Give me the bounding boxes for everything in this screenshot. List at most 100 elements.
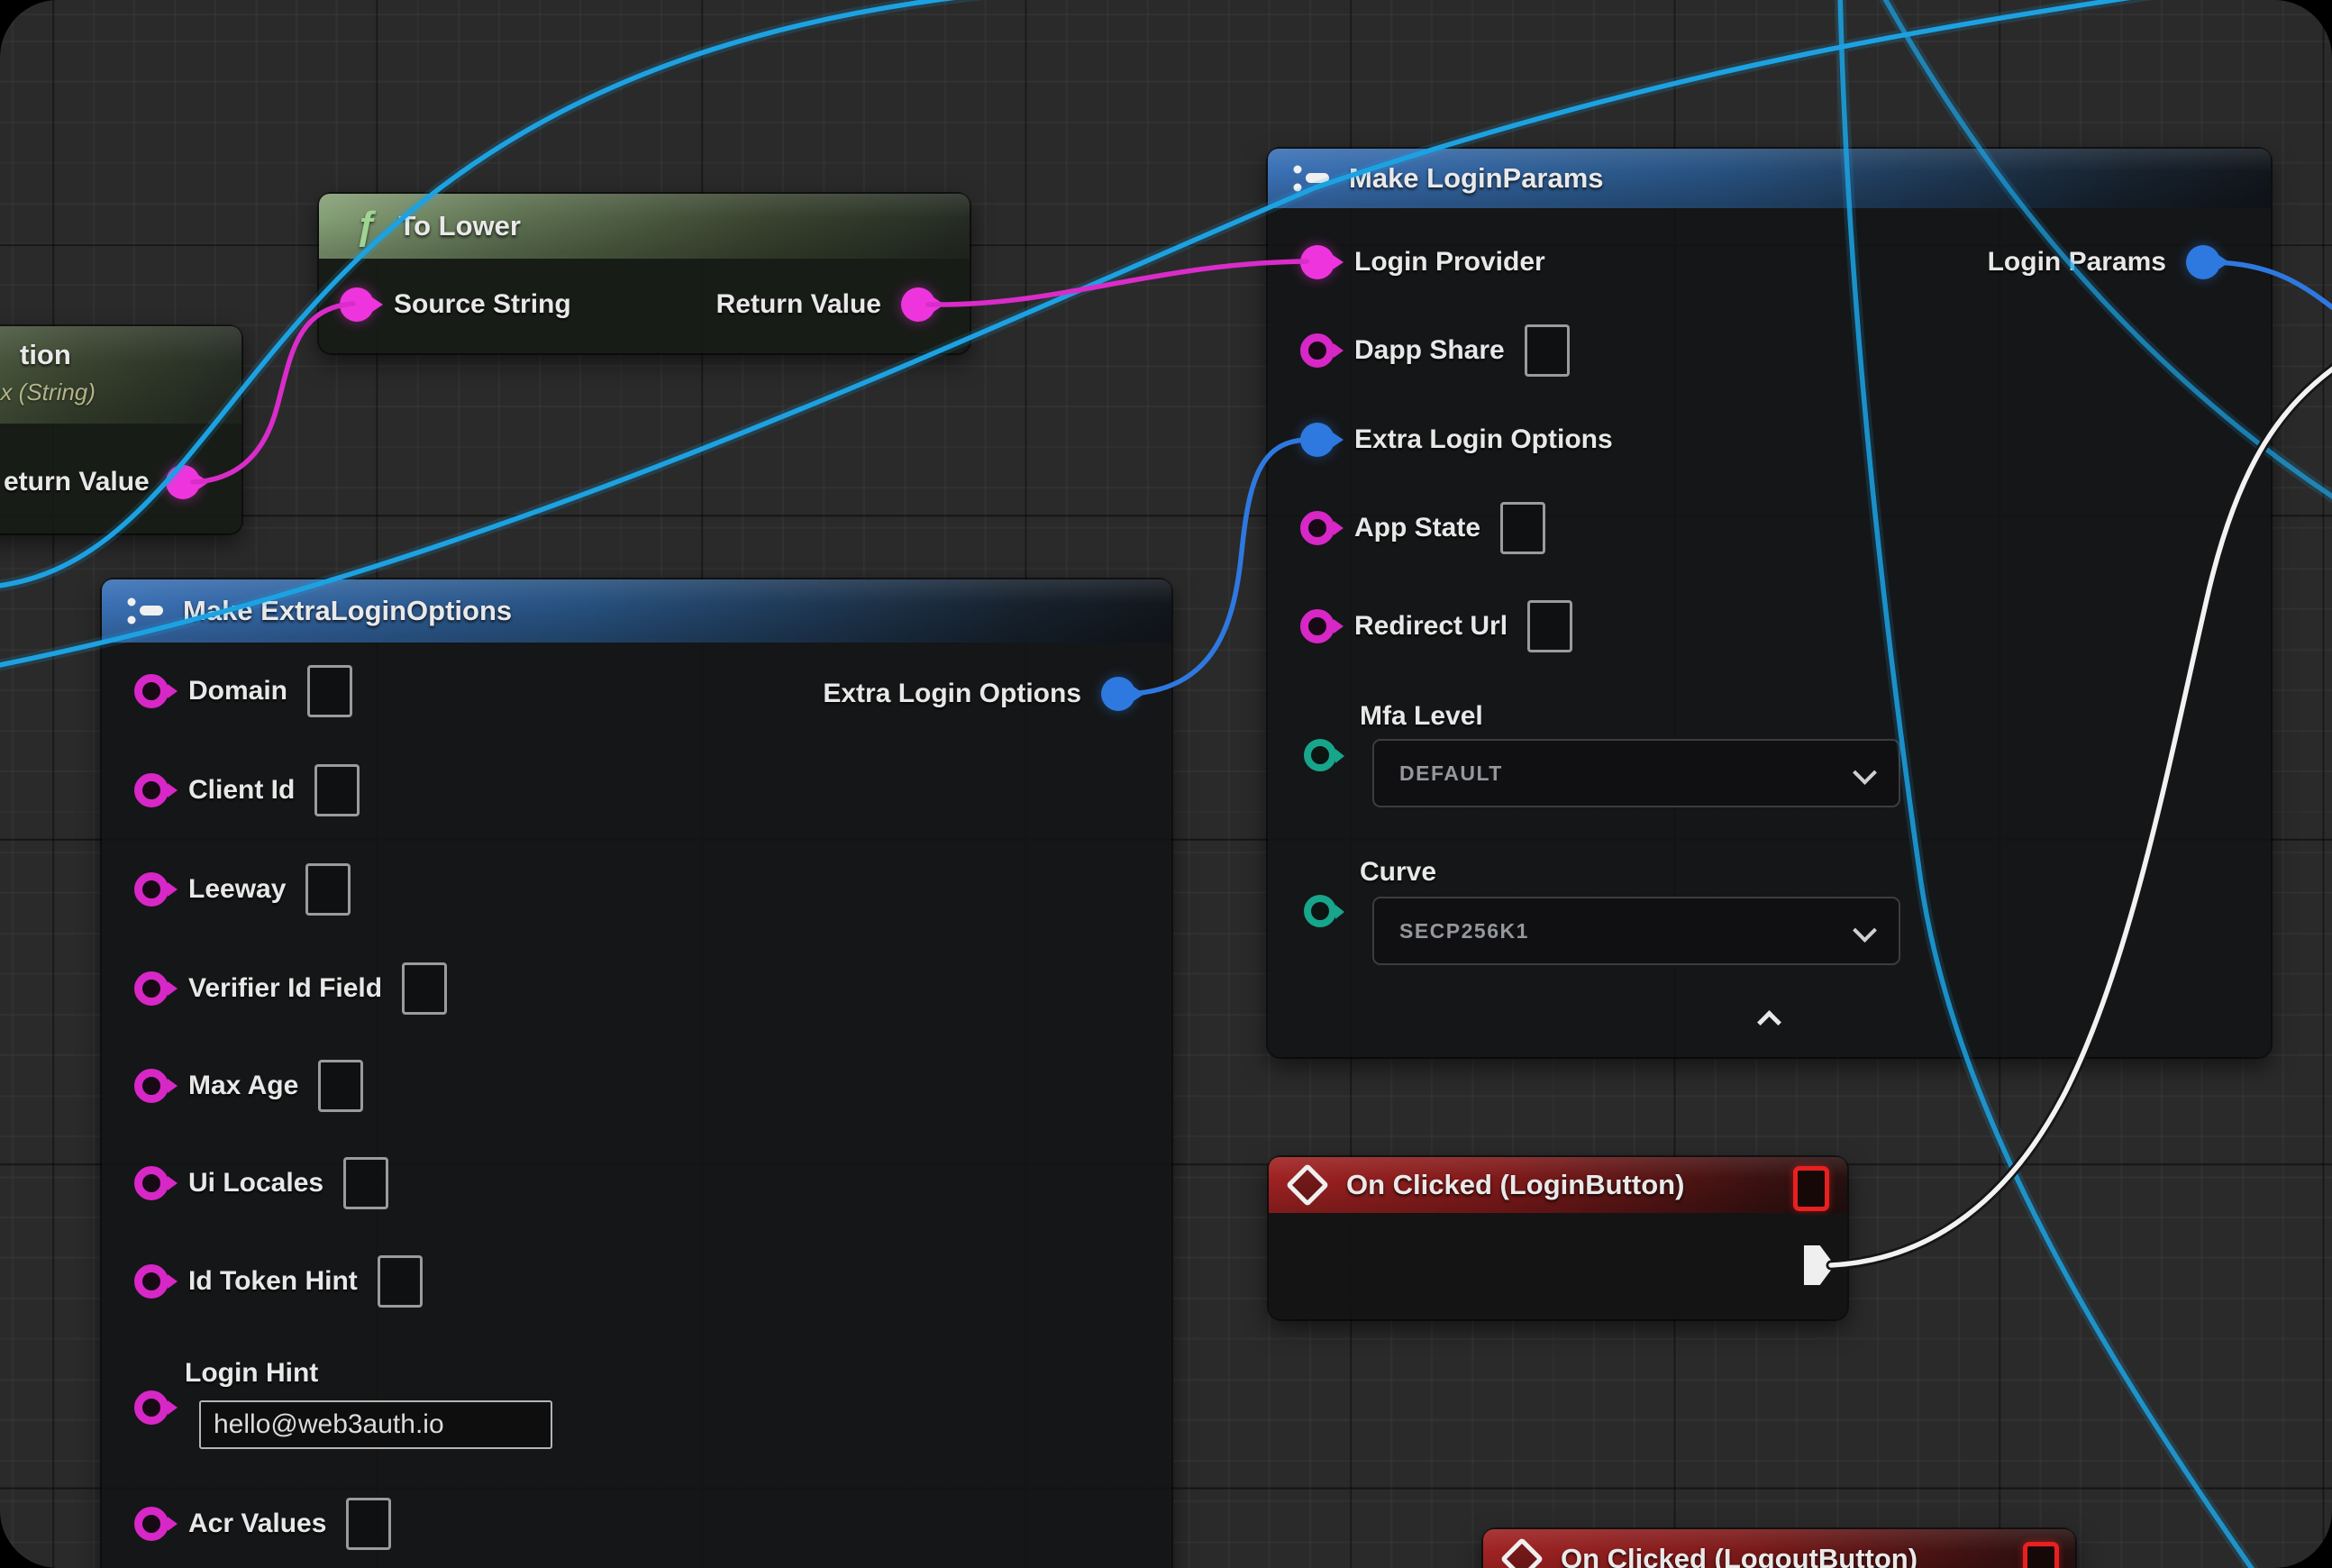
node-make-login-params-title: Make LoginParams [1349,162,1604,195]
pin-label-domain: Domain [188,676,287,707]
pin-row-redirect-url: Redirect Url [1300,600,1572,652]
pin-row-return-value: Return Value [716,278,935,331]
pin-login-hint[interactable] [134,1390,169,1425]
pin-id-token-hint[interactable] [134,1264,169,1299]
pin-label-return-value: Return Value [716,289,881,320]
pin-row-extra-login-options-in: Extra Login Options [1300,414,1613,466]
node-to-lower-header: ƒ To Lower [319,194,970,259]
node-on-clicked-logout-button[interactable]: On Clicked (LogoutButton) [1483,1529,2075,1568]
pin-label-verifier-id-field: Verifier Id Field [188,973,382,1004]
curve-value: SECP256K1 [1399,919,1529,944]
node-on-clicked-login-button-header: On Clicked (LoginButton) [1269,1157,1847,1213]
pin-curve[interactable] [1304,895,1336,927]
node-make-login-params[interactable]: Make LoginParams Login Provider Dapp Sha… [1268,149,2271,1057]
pin-row-login-provider: Login Provider [1300,236,1545,288]
make-struct-icon [125,596,165,626]
pin-row-id-token-hint: Id Token Hint [134,1255,423,1308]
blueprint-graph-canvas[interactable]: tion ox (String) eturn Value ƒ To Lower … [0,0,2332,1568]
node-on-clicked-logout-button-title: On Clicked (LogoutButton) [1561,1543,1918,1568]
pin-source-string[interactable] [340,287,374,322]
pin-extra-login-options-out[interactable] [1101,677,1135,711]
checkbox-leeway[interactable] [305,863,351,916]
pin-row-source-string: Source String [340,278,571,331]
login-hint-input[interactable] [199,1400,552,1449]
node-partial-function-title: tion [20,339,71,371]
pin-leeway[interactable] [134,872,169,907]
pin-client-id[interactable] [134,773,169,807]
node-make-extra-login-options[interactable]: Make ExtraLoginOptions Domain Client Id … [102,579,1171,1568]
checkbox-id-token-hint[interactable] [378,1255,423,1308]
function-icon: ƒ [355,206,377,246]
node-make-login-params-header: Make LoginParams [1268,149,2271,208]
mfa-level-value: DEFAULT [1399,761,1503,786]
pin-row-dapp-share: Dapp Share [1300,324,1570,377]
checkbox-dapp-share[interactable] [1525,324,1570,377]
chevron-down-icon [1853,918,1877,943]
pin-acr-values[interactable] [134,1507,169,1541]
event-delegate-icon[interactable] [2023,1542,2059,1568]
chevron-down-icon [1853,761,1877,785]
event-delegate-icon[interactable] [1793,1166,1829,1211]
make-struct-icon [1291,163,1331,194]
pin-dapp-share[interactable] [1300,333,1335,368]
pin-row-ui-locales: Ui Locales [134,1157,388,1209]
node-to-lower-title: To Lower [398,210,520,242]
checkbox-app-state[interactable] [1500,502,1545,554]
pin-row-client-id: Client Id [134,764,360,816]
mfa-level-dropdown[interactable]: DEFAULT [1372,739,1900,807]
pin-max-age[interactable] [134,1069,169,1103]
pin-extra-login-options-in[interactable] [1300,423,1335,457]
pin-row-acr-values: Acr Values [134,1498,391,1550]
pin-label-login-provider: Login Provider [1354,247,1545,278]
node-on-clicked-login-button-title: On Clicked (LoginButton) [1346,1169,1684,1201]
pin-ui-locales[interactable] [134,1166,169,1200]
node-partial-function-header: tion ox (String) [0,326,241,424]
checkbox-max-age[interactable] [318,1060,363,1112]
wire-to-lower-to-login-provider[interactable] [928,261,1307,305]
pin-redirect-url[interactable] [1300,609,1335,643]
pin-login-provider[interactable] [1300,245,1335,279]
pin-label-leeway: Leeway [188,874,286,905]
pin-row-extra-login-options-out: Extra Login Options [823,668,1135,720]
checkbox-client-id[interactable] [314,764,360,816]
collapse-node-button[interactable] [1752,1005,1788,1032]
pin-return-value-partial[interactable] [166,465,200,499]
pin-app-state[interactable] [1300,511,1335,545]
pin-label-login-hint: Login Hint [185,1358,318,1389]
pin-verifier-id-field[interactable] [134,971,169,1006]
pin-label-id-token-hint: Id Token Hint [188,1266,358,1297]
pin-label-app-state: App State [1354,513,1480,543]
checkbox-acr-values[interactable] [346,1498,391,1550]
pin-label-max-age: Max Age [188,1071,298,1101]
pin-login-params-out[interactable] [2186,245,2220,279]
checkbox-verifier-id-field[interactable] [402,962,447,1015]
pin-row-verifier-id-field: Verifier Id Field [134,962,447,1015]
checkbox-redirect-url[interactable] [1527,600,1572,652]
checkbox-ui-locales[interactable] [343,1157,388,1209]
node-on-clicked-login-button[interactable]: On Clicked (LoginButton) [1269,1157,1847,1319]
pin-label-client-id: Client Id [188,775,295,806]
pin-return-value[interactable] [901,287,935,322]
pin-row-max-age: Max Age [134,1060,363,1112]
pin-label-ui-locales: Ui Locales [188,1168,323,1199]
pin-row-domain: Domain [134,665,352,717]
node-to-lower[interactable]: ƒ To Lower Source String Return Value [319,194,970,353]
pin-label-extra-login-options-out: Extra Login Options [823,679,1081,709]
pin-row-leeway: Leeway [134,863,351,916]
node-partial-function[interactable]: tion ox (String) eturn Value [0,326,241,533]
pin-label-source-string: Source String [394,289,571,320]
curve-dropdown[interactable]: SECP256K1 [1372,897,1900,965]
pin-row-app-state: App State [1300,502,1545,554]
pin-label-extra-login-options-in: Extra Login Options [1354,424,1613,455]
node-make-extra-login-options-title: Make ExtraLoginOptions [183,595,512,627]
checkbox-domain[interactable] [307,665,352,717]
pin-mfa-level[interactable] [1304,739,1336,771]
pin-label-mfa-level: Mfa Level [1360,701,1483,732]
node-partial-function-subtitle: ox (String) [0,378,96,406]
event-diamond-icon [1500,1537,1544,1568]
pin-label-return-value-partial: eturn Value [4,467,150,497]
exec-output-pin[interactable] [1804,1245,1835,1285]
node-make-extra-login-options-header: Make ExtraLoginOptions [102,579,1171,643]
event-diamond-icon [1286,1163,1329,1207]
pin-domain[interactable] [134,674,169,708]
